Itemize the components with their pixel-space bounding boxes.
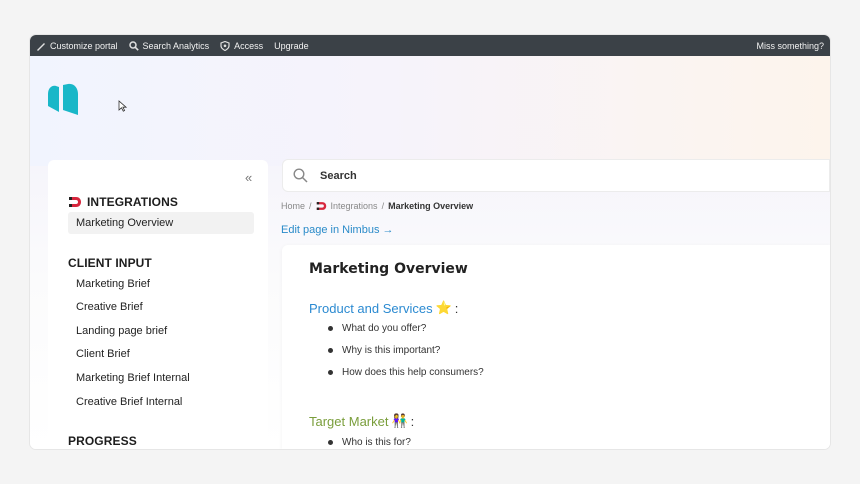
- magnet-icon: [316, 202, 326, 210]
- sidebar: « INTEGRATIONS Marketing Overview CLIENT…: [48, 160, 268, 449]
- access-label: Access: [234, 40, 264, 51]
- miss-something-label: Miss something?: [756, 40, 824, 51]
- list-item-text: Who is this for?: [342, 437, 411, 448]
- search-analytics-button[interactable]: Search Analytics: [128, 40, 210, 51]
- search-input[interactable]: Search: [282, 159, 830, 192]
- heading-colon: :: [410, 413, 415, 429]
- bullet-icon: [328, 440, 333, 445]
- list-item: What do you offer?: [328, 323, 426, 334]
- edit-page-link[interactable]: Edit page in Nimbus →: [281, 224, 394, 236]
- search-icon: [128, 40, 139, 51]
- portal-logo-icon[interactable]: [46, 82, 80, 118]
- sidebar-item-client-brief[interactable]: Client Brief: [68, 343, 254, 365]
- bullet-icon: [328, 370, 333, 375]
- magnet-icon: [69, 197, 81, 207]
- search-icon: [293, 168, 308, 183]
- couple-icon: 👫: [391, 413, 408, 428]
- collapse-sidebar-button[interactable]: «: [245, 170, 252, 185]
- double-chevron-left-icon: «: [245, 170, 253, 185]
- breadcrumb-current: Marketing Overview: [388, 201, 474, 211]
- mouse-cursor-icon: [118, 100, 127, 112]
- header-banner: [30, 56, 830, 166]
- search-analytics-label: Search Analytics: [142, 40, 210, 51]
- sidebar-item-creative-brief[interactable]: Creative Brief: [68, 296, 254, 318]
- sidebar-section-progress: PROGRESS: [68, 434, 137, 448]
- heading-colon: :: [454, 300, 459, 316]
- upgrade-button[interactable]: Upgrade: [274, 41, 309, 51]
- breadcrumb-integrations[interactable]: Integrations: [331, 201, 378, 211]
- sidebar-item-marketing-brief-internal[interactable]: Marketing Brief Internal: [68, 367, 254, 389]
- list-item-text: How does this help consumers?: [342, 367, 484, 378]
- section-heading-target-market: Target Market 👫 :: [309, 413, 414, 429]
- sidebar-item-marketing-overview[interactable]: Marketing Overview: [68, 212, 254, 234]
- section-heading-text: Product and Services: [309, 300, 433, 316]
- sidebar-section-title: PROGRESS: [68, 434, 137, 448]
- list-item-text: Why is this important?: [342, 345, 441, 356]
- sidebar-section-title: CLIENT INPUT: [68, 256, 152, 270]
- section-heading-text: Target Market: [309, 413, 389, 429]
- sidebar-item-landing-page-brief[interactable]: Landing page brief: [68, 320, 254, 342]
- bullet-icon: [328, 348, 333, 353]
- browser-window: Customize portal Search Analytics Access…: [30, 35, 830, 449]
- breadcrumb-separator: /: [309, 201, 312, 211]
- admin-bar: Customize portal Search Analytics Access…: [30, 35, 830, 56]
- breadcrumb-home[interactable]: Home: [281, 201, 305, 211]
- sidebar-section-title: INTEGRATIONS: [87, 195, 178, 209]
- miss-something-link[interactable]: Miss something?: [756, 41, 824, 51]
- page-title: Marketing Overview: [309, 261, 468, 277]
- sidebar-item-marketing-brief[interactable]: Marketing Brief: [68, 273, 254, 295]
- customize-portal-button[interactable]: Customize portal: [36, 41, 118, 51]
- list-item: How does this help consumers?: [328, 367, 484, 378]
- bullet-icon: [328, 326, 333, 331]
- list-item: Why is this important?: [328, 345, 440, 356]
- page-content: Marketing Overview Product and Services …: [282, 245, 830, 449]
- breadcrumb: Home / Integrations / Marketing Overview: [281, 201, 473, 211]
- star-icon: ⭐: [435, 300, 452, 315]
- list-item-text: What do you offer?: [342, 323, 427, 334]
- breadcrumb-separator: /: [381, 201, 385, 211]
- section-heading-products: Product and Services ⭐ :: [309, 300, 458, 316]
- brush-icon: [37, 42, 45, 51]
- sidebar-item-creative-brief-internal[interactable]: Creative Brief Internal: [68, 391, 254, 413]
- search-placeholder: Search: [320, 169, 357, 182]
- upgrade-label: Upgrade: [274, 40, 309, 51]
- customize-portal-label: Customize portal: [50, 40, 118, 51]
- sidebar-section-client-input: CLIENT INPUT: [68, 256, 152, 270]
- list-item: Who is this for?: [328, 437, 411, 448]
- access-button[interactable]: Access: [220, 40, 264, 51]
- sidebar-section-integrations: INTEGRATIONS: [68, 195, 178, 209]
- shield-icon: [220, 40, 230, 51]
